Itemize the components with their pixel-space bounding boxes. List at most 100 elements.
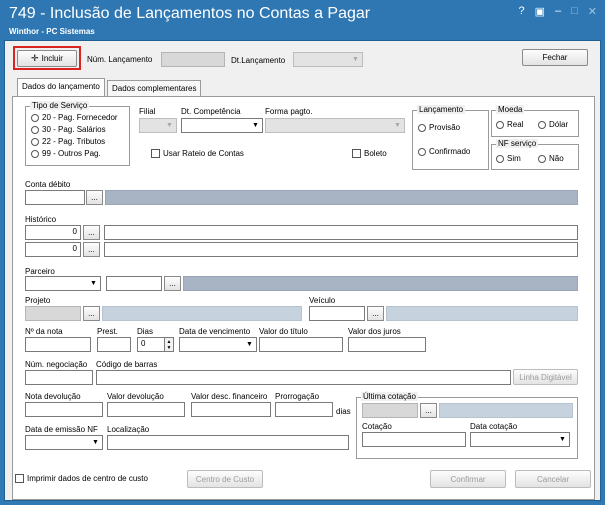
prorrogacao-input[interactable] <box>275 402 333 417</box>
title-bar: 749 - Inclusão de Lançamentos no Contas … <box>0 0 605 40</box>
historico-text-2[interactable] <box>104 242 578 257</box>
filial-select[interactable]: ▼ <box>139 118 177 133</box>
dias-input[interactable]: 0 <box>137 337 165 352</box>
projeto-label: Projeto <box>25 296 51 305</box>
veiculo-description <box>386 306 578 321</box>
maximize-icon: □ <box>571 5 578 17</box>
radio-provisao[interactable]: Provisão <box>418 123 460 132</box>
conta-debito-input[interactable] <box>25 190 85 205</box>
imprimir-label: Imprimir dados de centro de custo <box>27 474 148 483</box>
close-icon: ✕ <box>587 6 597 18</box>
nota-devolucao-label: Nota devolução <box>25 392 81 401</box>
ultima-cotacao-code-input <box>362 403 418 418</box>
data-vencimento-picker[interactable]: ▼ <box>179 337 257 352</box>
num-negociacao-label: Núm. negociação <box>25 360 88 369</box>
radio-real[interactable]: Real <box>496 120 523 129</box>
dias-suffix-label: dias <box>336 407 351 416</box>
historico-search-button-1[interactable]: ... <box>83 225 100 240</box>
valor-devolucao-input[interactable] <box>107 402 185 417</box>
tipo-servico-label: Tipo de Serviço <box>30 101 90 110</box>
historico-search-button-2[interactable]: ... <box>83 242 100 257</box>
data-cotacao-picker[interactable]: ▼ <box>470 432 570 447</box>
radio-tipo-30[interactable]: 30 - Pag. Salários <box>31 125 106 134</box>
minimize-icon[interactable]: – <box>555 5 561 18</box>
radio-tipo-99[interactable]: 99 - Outros Pag. <box>31 149 101 158</box>
help-icon[interactable]: ? <box>518 5 524 18</box>
chevron-down-icon: ▼ <box>92 439 99 446</box>
parceiro-code-input[interactable] <box>106 276 162 291</box>
valor-titulo-input[interactable] <box>259 337 343 352</box>
forma-pagto-select[interactable]: ▼ <box>265 118 405 133</box>
radio-nf-nao[interactable]: Não <box>538 154 564 163</box>
radio-dolar[interactable]: Dólar <box>538 120 568 129</box>
client-area: ✛ Incluir Núm. Lançamento Dt.Lançamento … <box>4 40 601 501</box>
num-negociacao-input[interactable] <box>25 370 93 385</box>
data-vencimento-label: Data de vencimento <box>179 327 251 336</box>
ultima-cotacao-description <box>439 403 573 418</box>
radio-icon <box>538 154 546 163</box>
nota-devolucao-input[interactable] <box>25 402 103 417</box>
parceiro-description <box>183 276 578 291</box>
radio-icon <box>418 123 426 132</box>
localizacao-input[interactable] <box>107 435 349 450</box>
conta-debito-search-button[interactable]: ... <box>86 190 103 205</box>
chevron-down-icon: ▼ <box>166 122 173 129</box>
historico-label: Histórico <box>25 215 57 224</box>
valor-juros-label: Valor dos juros <box>348 327 401 336</box>
cotacao-input[interactable] <box>362 432 466 447</box>
chevron-down-icon: ▼ <box>90 280 97 287</box>
projeto-description <box>102 306 302 321</box>
data-emissao-nf-picker[interactable]: ▼ <box>25 435 103 450</box>
radio-icon <box>418 147 426 156</box>
incluir-button[interactable]: ✛ Incluir <box>17 50 77 67</box>
dt-competencia-picker[interactable]: ▼ <box>181 118 263 133</box>
dias-spinner[interactable]: ▲ ▼ <box>164 337 174 352</box>
codigo-barras-input[interactable] <box>96 370 511 385</box>
radio-icon <box>496 120 504 129</box>
radio-icon <box>31 125 39 134</box>
cancelar-button: Cancelar <box>515 470 591 488</box>
boleto-checkbox[interactable]: Boleto <box>352 149 387 158</box>
parceiro-search-button[interactable]: ... <box>164 276 181 291</box>
tab-dados-lancamento[interactable]: Dados do lançamento <box>17 78 105 97</box>
radio-nf-sim[interactable]: Sim <box>496 154 521 163</box>
tab-dados-complementares[interactable]: Dados complementares <box>107 80 202 97</box>
radio-icon <box>31 149 39 158</box>
localizacao-label: Localização <box>107 425 150 434</box>
moeda-group: Moeda Real Dólar <box>491 105 579 137</box>
data-emissao-nf-label: Data de emissão NF <box>25 425 98 434</box>
radio-label: 20 - Pag. Fornecedor <box>42 113 118 122</box>
filial-label: Filial <box>139 107 156 116</box>
dias-label: Dias <box>137 327 154 336</box>
centro-custo-button: Centro de Custo <box>187 470 263 488</box>
num-nota-input[interactable] <box>25 337 91 352</box>
historico-code-1[interactable]: 0 <box>25 225 81 240</box>
codigo-barras-label: Código de barras <box>96 360 158 369</box>
usar-rateio-checkbox[interactable]: Usar Rateio de Contas <box>151 149 244 158</box>
ultima-cotacao-search-button[interactable]: ... <box>420 403 437 418</box>
dt-lancamento-label: Dt.Lançamento <box>231 56 286 65</box>
radio-tipo-20[interactable]: 20 - Pag. Fornecedor <box>31 113 118 122</box>
radio-icon <box>31 137 39 146</box>
historico-code-2[interactable]: 0 <box>25 242 81 257</box>
veiculo-code-input[interactable] <box>309 306 365 321</box>
valor-desc-financeiro-input[interactable] <box>191 402 271 417</box>
num-lancamento-input <box>161 52 225 67</box>
valor-desc-financeiro-label: Valor desc. financeiro <box>191 392 268 401</box>
parceiro-type-select[interactable]: ▼ <box>25 276 101 291</box>
ultima-cotacao-label: Última cotação <box>361 392 418 401</box>
valor-juros-input[interactable] <box>348 337 426 352</box>
radio-tipo-22[interactable]: 22 - Pag. Tributos <box>31 137 105 146</box>
imprimir-centro-custo-checkbox[interactable]: Imprimir dados de centro de custo <box>15 474 148 483</box>
radio-confirmado[interactable]: Confirmado <box>418 147 470 156</box>
veiculo-search-button[interactable]: ... <box>367 306 384 321</box>
fechar-button[interactable]: Fechar <box>522 49 588 66</box>
restore-icon[interactable]: ▣ <box>535 5 545 18</box>
radio-label: Dólar <box>549 120 569 129</box>
incluir-label: Incluir <box>41 54 63 63</box>
chevron-down-icon: ▼ <box>246 341 253 348</box>
prest-input[interactable] <box>97 337 131 352</box>
radio-icon <box>31 113 39 122</box>
historico-text-1[interactable] <box>104 225 578 240</box>
projeto-search-button[interactable]: ... <box>83 306 100 321</box>
